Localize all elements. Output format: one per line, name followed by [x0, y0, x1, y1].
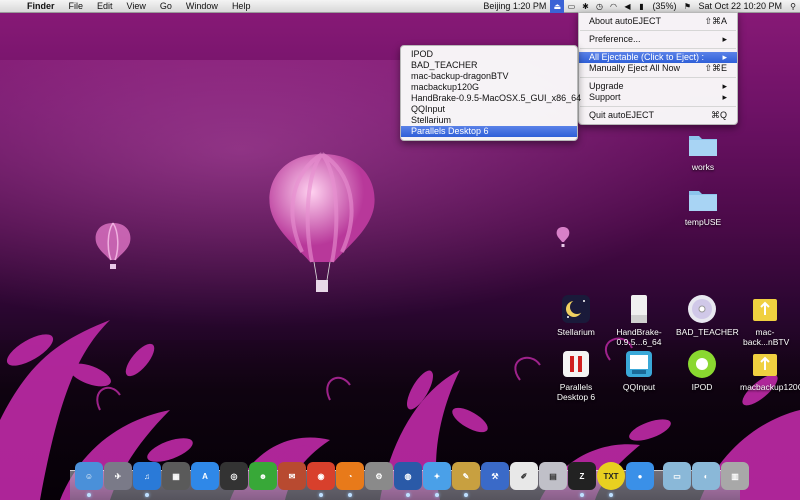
- usb-drive-icon: [753, 354, 777, 376]
- desktop-icon-parallels[interactable]: Parallels Desktop 6: [541, 348, 611, 402]
- running-indicator: [464, 493, 468, 497]
- safari-icon[interactable]: ✦: [423, 462, 451, 497]
- desktop-icon-qqinput[interactable]: QQInput: [604, 348, 674, 392]
- eject-item-mac-backup-dragonbtv[interactable]: mac-backup-dragonBTV: [401, 71, 577, 82]
- submenu-arrow-icon: ▸: [722, 52, 727, 62]
- timemachine-icon[interactable]: ◷: [592, 0, 606, 13]
- wifi-icon[interactable]: ◠: [606, 0, 620, 13]
- desktop-icon-mac-backup[interactable]: mac-back...nBTV: [730, 293, 800, 347]
- xcode-icon[interactable]: ⚒: [481, 462, 509, 490]
- desktop-icon-handbrake[interactable]: HandBrake-0.9.5...6_64: [604, 293, 674, 347]
- battery-percent[interactable]: (35%): [648, 0, 680, 13]
- running-indicator: [87, 493, 91, 497]
- drop-icon[interactable]: ●: [626, 462, 654, 490]
- ipod-icon: [688, 350, 716, 378]
- tiny-balloon: [556, 227, 570, 247]
- eject-item-parallels[interactable]: Parallels Desktop 6: [401, 126, 577, 137]
- eject-item-macbackup120g[interactable]: macbackup120G: [401, 82, 577, 93]
- folder-icon: [689, 191, 717, 211]
- qqinput-icon: [626, 351, 652, 377]
- us-flag-icon[interactable]: ⚑: [680, 0, 694, 13]
- stellarium-icon: [562, 295, 590, 323]
- dashboard-icon[interactable]: ◎: [220, 462, 248, 490]
- parallels-icon: [563, 351, 589, 377]
- finder-icon[interactable]: ☺: [75, 462, 103, 497]
- disk-image-icon: [631, 295, 647, 323]
- preview-icon[interactable]: ▤: [539, 462, 567, 490]
- autoeject-icon[interactable]: ⏏: [550, 0, 565, 13]
- eject-item-stellarium[interactable]: Stellarium: [401, 115, 577, 126]
- eject-item-ipod[interactable]: IPOD: [401, 49, 577, 60]
- eject-item-bad-teacher[interactable]: BAD_TEACHER: [401, 60, 577, 71]
- menu-file[interactable]: File: [62, 0, 91, 13]
- menu-finder[interactable]: Finder: [20, 0, 62, 13]
- dvd-icon: [688, 295, 716, 323]
- menu-item-preference[interactable]: Preference... ▸: [579, 34, 737, 45]
- running-indicator: [145, 493, 149, 497]
- battery-icon[interactable]: ▮: [634, 0, 648, 13]
- running-indicator: [435, 493, 439, 497]
- txt-icon[interactable]: TXT: [597, 462, 625, 497]
- desktop-icon-tempuse[interactable]: tempUSE: [668, 183, 738, 227]
- running-indicator: [348, 493, 352, 497]
- menu-help[interactable]: Help: [225, 0, 258, 13]
- desktop-icon-bad-teacher[interactable]: BAD_TEACHER: [667, 293, 739, 337]
- ejectable-submenu: IPOD BAD_TEACHER mac-backup-dragonBTV ma…: [400, 45, 581, 141]
- app-store-icon[interactable]: A: [191, 462, 219, 490]
- usb-drive-icon: [753, 299, 777, 321]
- desktop-icon-stellarium[interactable]: Stellarium: [541, 293, 611, 337]
- submenu-arrow-icon: ▸: [722, 34, 727, 44]
- desktop-icon-ipod[interactable]: IPOD: [667, 348, 737, 392]
- bluetooth-icon[interactable]: ✱: [578, 0, 592, 13]
- desktop-icon-macbackup120g[interactable]: macbackup120G: [730, 348, 800, 392]
- autoeject-menu: About autoEJECT ⇧⌘A Preference... ▸ All …: [578, 12, 738, 125]
- eject-item-handbrake[interactable]: HandBrake-0.9.5-MacOSX.5_GUI_x86_64: [401, 93, 581, 104]
- spotlight-icon[interactable]: ⚲: [786, 0, 800, 13]
- menu-item-about[interactable]: About autoEJECT ⇧⌘A: [579, 16, 737, 27]
- menu-clock[interactable]: Sat Oct 22 10:20 PM: [694, 0, 786, 13]
- menu-item-quit[interactable]: Quit autoEJECT ⌘Q: [579, 110, 737, 121]
- submenu-arrow-icon: ▸: [722, 81, 727, 91]
- itunes-icon[interactable]: ♫: [133, 462, 161, 497]
- menu-go[interactable]: Go: [153, 0, 179, 13]
- display-icon[interactable]: ▭: [564, 0, 578, 13]
- address-book-icon[interactable]: ✉: [278, 462, 306, 490]
- menu-item-support[interactable]: Support ▸: [579, 92, 737, 103]
- launchpad-icon[interactable]: ✈: [104, 462, 132, 490]
- zipeg-icon[interactable]: Z: [568, 462, 596, 497]
- running-indicator: [406, 493, 410, 497]
- running-indicator: [609, 493, 613, 497]
- chrome-icon[interactable]: ◉: [307, 462, 335, 497]
- submenu-arrow-icon: ▸: [722, 92, 727, 102]
- system-preferences-icon[interactable]: ⚙: [365, 462, 393, 490]
- documents-folder-icon[interactable]: ◐: [692, 462, 720, 490]
- downloads-folder-icon[interactable]: ▭: [663, 462, 691, 490]
- menu-extras: Beijing 1:20 PM ⏏ ▭ ✱ ◷ ◠ ◀ ▮ (35%) ⚑ Sa…: [479, 0, 800, 13]
- menu-item-upgrade[interactable]: Upgrade ▸: [579, 81, 737, 92]
- running-indicator: [319, 493, 323, 497]
- google-earth-icon[interactable]: ◍: [394, 462, 422, 497]
- menu-window[interactable]: Window: [179, 0, 225, 13]
- menu-view[interactable]: View: [120, 0, 153, 13]
- messenger-icon[interactable]: ☻: [249, 462, 277, 490]
- eject-item-qqinput[interactable]: QQInput: [401, 104, 577, 115]
- large-balloon: [269, 152, 375, 292]
- trash-icon[interactable]: ▥: [721, 462, 749, 490]
- firefox-icon[interactable]: ◔: [336, 462, 364, 497]
- photo-browser-icon[interactable]: ▦: [162, 462, 190, 490]
- desktop-icon-works[interactable]: works: [668, 128, 738, 172]
- dock: ☺ ✈ ♫ ▦ A ◎ ☻ ✉ ◉ ◔ ⚙ ◍ ✦ ✎ ⚒ ✐ ▤ Z TXT ● ▭ ◐ ▥: [75, 460, 750, 497]
- menu-item-all-ejectable[interactable]: All Ejectable (Click to Eject) : ▸: [579, 52, 737, 63]
- volume-icon[interactable]: ◀: [620, 0, 634, 13]
- folder-icon: [689, 136, 717, 156]
- script-editor-icon[interactable]: ✎: [452, 462, 480, 497]
- menu-item-manual-eject[interactable]: Manually Eject All Now ⇧⌘E: [579, 63, 737, 74]
- textedit-icon[interactable]: ✐: [510, 462, 538, 490]
- world-clock[interactable]: Beijing 1:20 PM: [479, 0, 550, 13]
- small-balloon-left: [95, 222, 131, 269]
- menu-edit[interactable]: Edit: [90, 0, 120, 13]
- running-indicator: [580, 493, 584, 497]
